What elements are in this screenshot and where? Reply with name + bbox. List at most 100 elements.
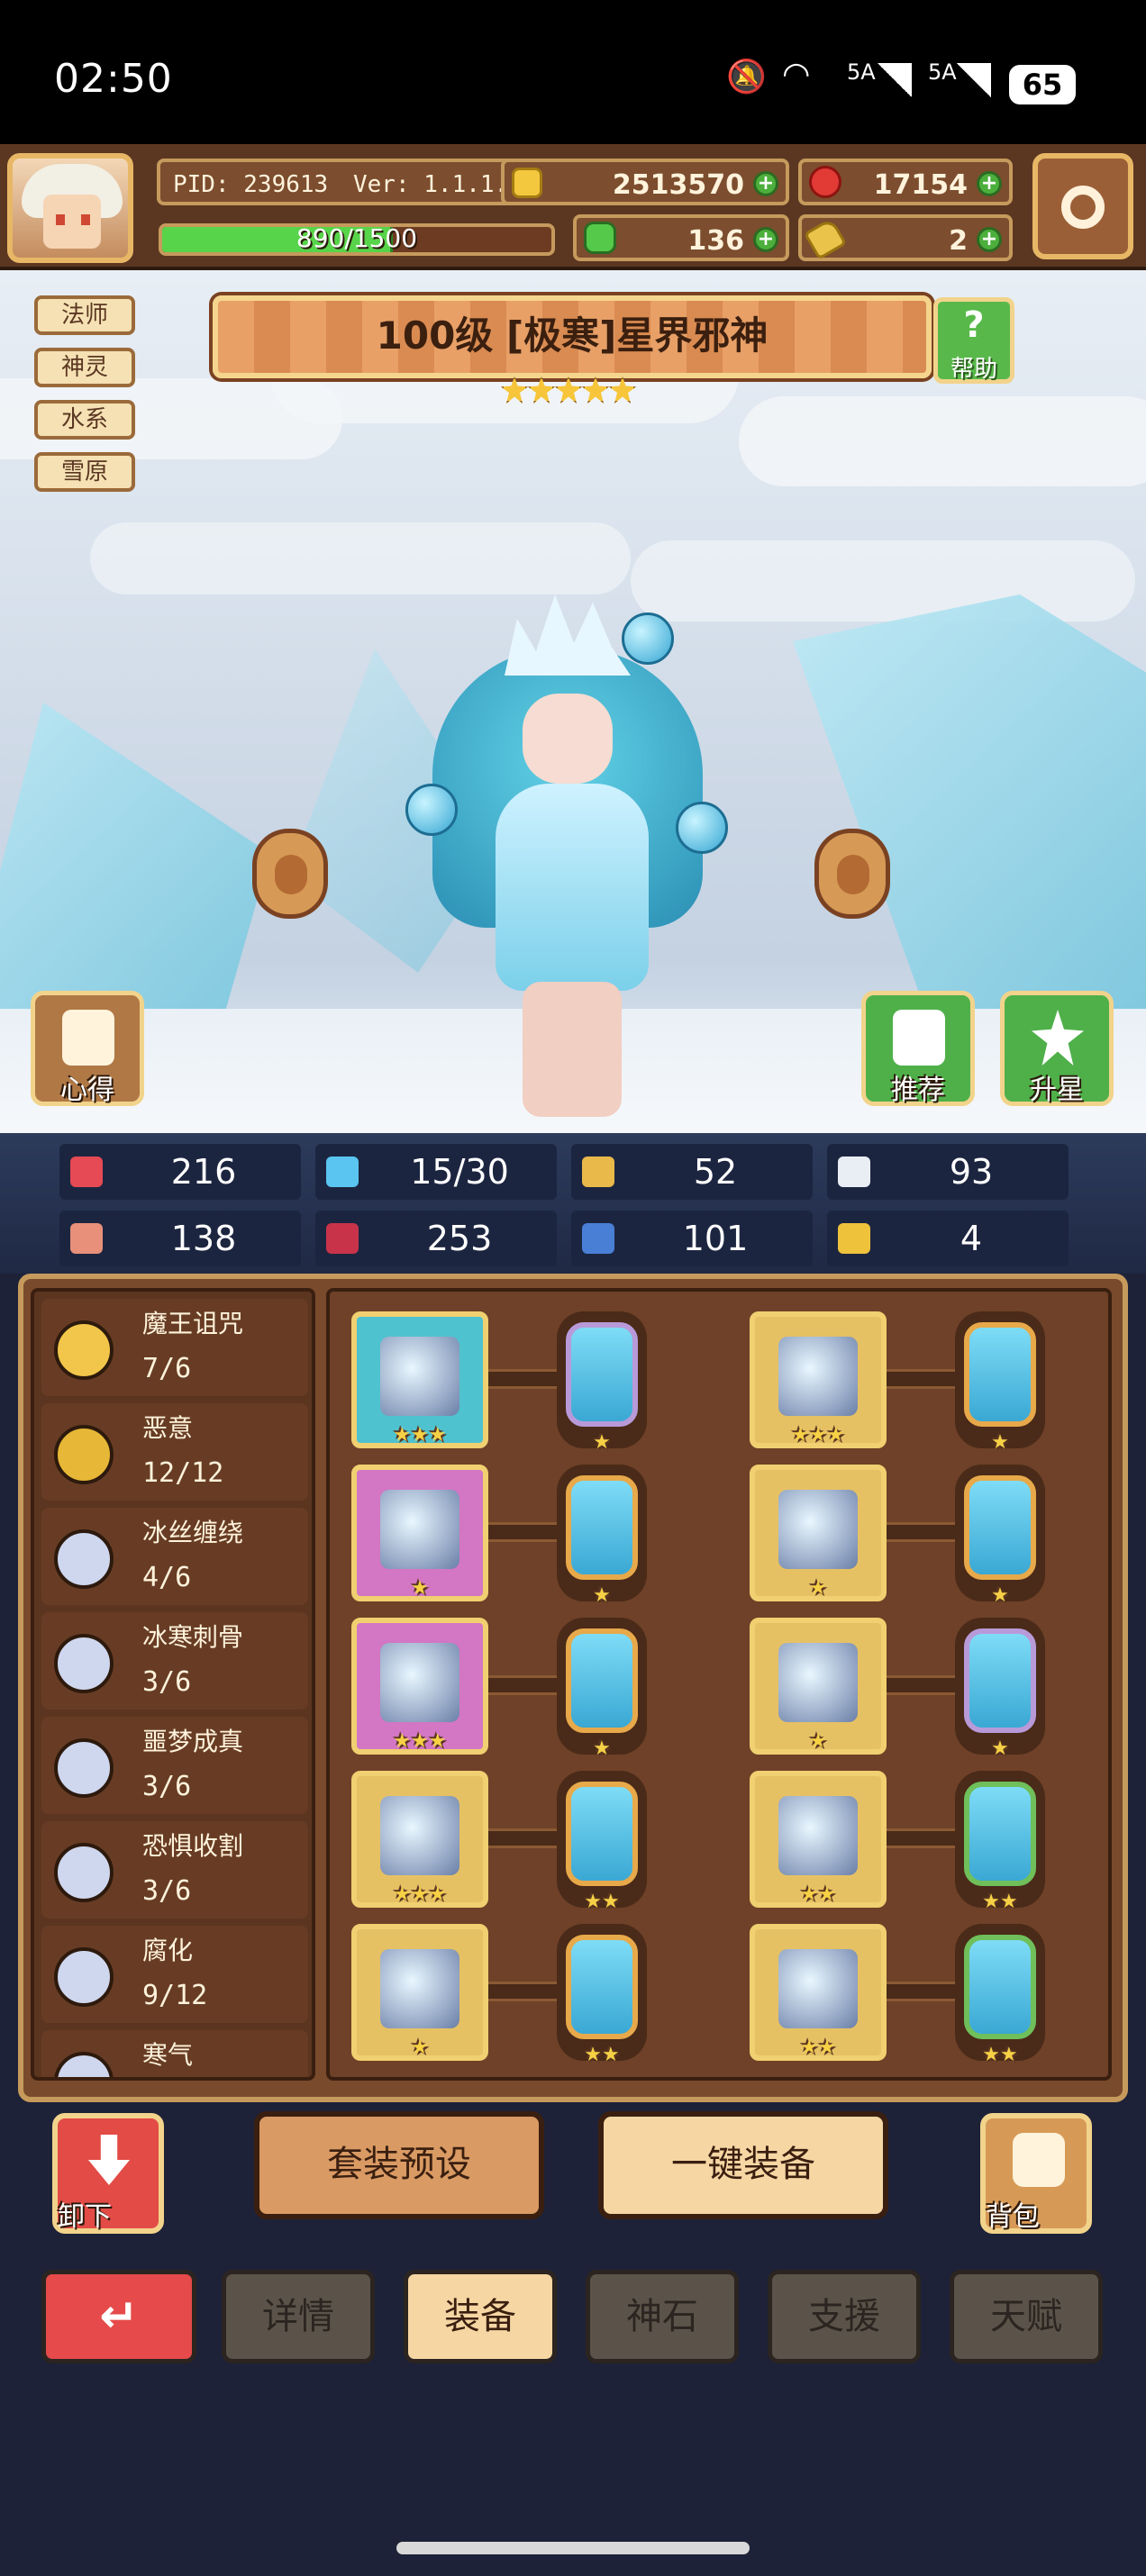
tab-0[interactable]: 详情: [222, 2270, 375, 2363]
unequip-button[interactable]: 卸下: [52, 2113, 164, 2234]
gem-socket[interactable]: ★: [955, 1465, 1045, 1607]
stat-value: 93: [949, 1152, 994, 1192]
help-button[interactable]: ? 帮助: [933, 297, 1014, 384]
player-id: PID: 239613: [173, 171, 329, 198]
set-bonus-item[interactable]: 恶意 12/12: [41, 1403, 308, 1501]
shield-icon: [582, 1156, 614, 1187]
gem-socket[interactable]: ★: [557, 1618, 647, 1760]
prev-hero-button[interactable]: [252, 829, 328, 919]
stat-shield: 52: [571, 1144, 813, 1200]
equip-slot-ice-gloves[interactable]: ★: [750, 1618, 887, 1755]
auto-equip-button[interactable]: 一键装备: [598, 2111, 888, 2219]
star-icon: [555, 376, 582, 404]
equip-slot-staff[interactable]: ★★★: [351, 1311, 488, 1448]
gem-icon: [964, 1475, 1036, 1580]
gem-icon: [964, 1782, 1036, 1886]
ice-bottle-icon: [380, 1490, 459, 1569]
stat-water-drop: 15/30: [315, 1144, 557, 1200]
add-gold-button[interactable]: +: [753, 171, 778, 196]
key-amount: 2: [949, 225, 968, 257]
set-bonus-item[interactable]: 噩梦成真 3/6: [41, 1717, 308, 1814]
set-preset-button[interactable]: 套装预设: [254, 2111, 544, 2219]
bag-button[interactable]: 背包: [980, 2113, 1092, 2234]
signal-bars-icon-2: [957, 63, 991, 97]
gem-socket[interactable]: ★★: [557, 1771, 647, 1913]
socket-link: [885, 1982, 959, 2001]
heart-necklace-icon: [380, 1643, 459, 1722]
recommend-label: 推荐: [891, 1075, 945, 1106]
gem-socket[interactable]: ★: [955, 1311, 1045, 1454]
gold-amount: 2513570: [612, 169, 744, 201]
equip-slot-frost-armor[interactable]: ★: [750, 1465, 887, 1601]
gem-socket[interactable]: ★★: [955, 1771, 1045, 1913]
star-up-label: 升星: [1030, 1075, 1084, 1106]
equip-slot-ice-mask[interactable]: ★: [351, 1924, 488, 2061]
set-bonus-item[interactable]: 冰丝缠绕 4/6: [41, 1508, 308, 1605]
equip-slot-horned-helm[interactable]: ★★★: [750, 1311, 887, 1448]
tag-element[interactable]: 水系: [34, 400, 135, 440]
socket-link: [487, 1522, 560, 1542]
stat-horseshoe: 4: [827, 1211, 1069, 1266]
star-up-button[interactable]: 升星: [1000, 991, 1114, 1106]
spellbook-icon: [326, 1223, 359, 1254]
gem-star-rating: ★: [593, 1431, 611, 1454]
star-icon: [609, 376, 636, 404]
hero-title-banner: 100级 [极寒]星界邪神: [213, 295, 932, 378]
tab-3[interactable]: 支援: [768, 2270, 921, 2363]
tag-class[interactable]: 法师: [34, 295, 135, 335]
set-bonus-item[interactable]: 冰寒刺骨 3/6: [41, 1612, 308, 1710]
gem-icon: [566, 1935, 638, 2039]
gem-socket[interactable]: ★: [955, 1618, 1045, 1760]
player-avatar[interactable]: [7, 153, 133, 263]
stat-value: 216: [170, 1152, 237, 1192]
gem-star-rating: ★: [593, 1737, 611, 1760]
set-bonus-item[interactable]: 腐化 9/12: [41, 1926, 308, 2023]
set-count: 7/6: [142, 1353, 192, 1384]
tag-race[interactable]: 神灵: [34, 348, 135, 387]
ruby-icon: [809, 166, 841, 198]
equip-slot-ice-bottle[interactable]: ★: [351, 1465, 488, 1601]
socket-link: [885, 1522, 959, 1542]
equip-slot-dark-pauldron[interactable]: ★★: [750, 1771, 887, 1908]
stat-scroll: 101: [571, 1211, 813, 1266]
notes-label: 心得: [60, 1075, 114, 1106]
gem-socket[interactable]: ★★: [955, 1924, 1045, 2066]
key-icon: [803, 217, 848, 260]
set-emblem-icon: [54, 1738, 114, 1798]
set-bonus-item[interactable]: 魔王诅咒 7/6: [41, 1299, 308, 1396]
add-key-button[interactable]: +: [977, 227, 1002, 252]
tag-terrain[interactable]: 雪原: [34, 452, 135, 492]
set-bonus-list[interactable]: 魔王诅咒 7/6 恶意 12/12 冰丝缠绕 4/6 冰寒刺骨 3/6 噩梦成真 3/6 恐惧收割 3…: [31, 1288, 315, 2081]
add-clover-button[interactable]: +: [753, 227, 778, 252]
help-label: 帮助: [950, 356, 997, 383]
item-star-rating: ★★★: [393, 1424, 447, 1447]
gem-socket[interactable]: ★: [557, 1465, 647, 1607]
tab-1[interactable]: 装备: [404, 2270, 557, 2363]
next-hero-button[interactable]: [814, 829, 890, 919]
settings-button[interactable]: [1032, 153, 1133, 259]
set-bonus-item[interactable]: 寒气: [41, 2030, 308, 2077]
wifi-icon: ◠: [782, 56, 811, 93]
add-ruby-button[interactable]: +: [977, 171, 1002, 196]
notes-button[interactable]: 心得: [31, 991, 144, 1106]
notes-icon: [62, 1010, 114, 1066]
tab-4[interactable]: 天赋: [950, 2270, 1103, 2363]
recommend-button[interactable]: 推荐: [861, 991, 975, 1106]
gem-socket[interactable]: ★: [557, 1311, 647, 1454]
item-star-rating: ★: [411, 2036, 429, 2059]
water-drop-icon: [326, 1156, 359, 1187]
gem-star-rating: ★★: [584, 2044, 620, 2066]
equip-slot-boots[interactable]: ★★: [750, 1924, 887, 2061]
set-name: 噩梦成真: [142, 1727, 244, 1756]
ice-mask-icon: [380, 1949, 459, 2028]
equip-slot-stone-ring[interactable]: ★★★: [351, 1771, 488, 1908]
tab-2[interactable]: 神石: [586, 2270, 739, 2363]
set-emblem-icon: [54, 1529, 114, 1589]
staff-icon: [380, 1337, 459, 1416]
equip-slot-heart-necklace[interactable]: ★★★: [351, 1618, 488, 1755]
set-bonus-item[interactable]: 恐惧收割 3/6: [41, 1821, 308, 1918]
home-indicator[interactable]: [396, 2542, 750, 2554]
socket-link: [487, 1828, 560, 1848]
gem-star-rating: ★★: [584, 1891, 620, 1913]
gem-socket[interactable]: ★★: [557, 1924, 647, 2066]
